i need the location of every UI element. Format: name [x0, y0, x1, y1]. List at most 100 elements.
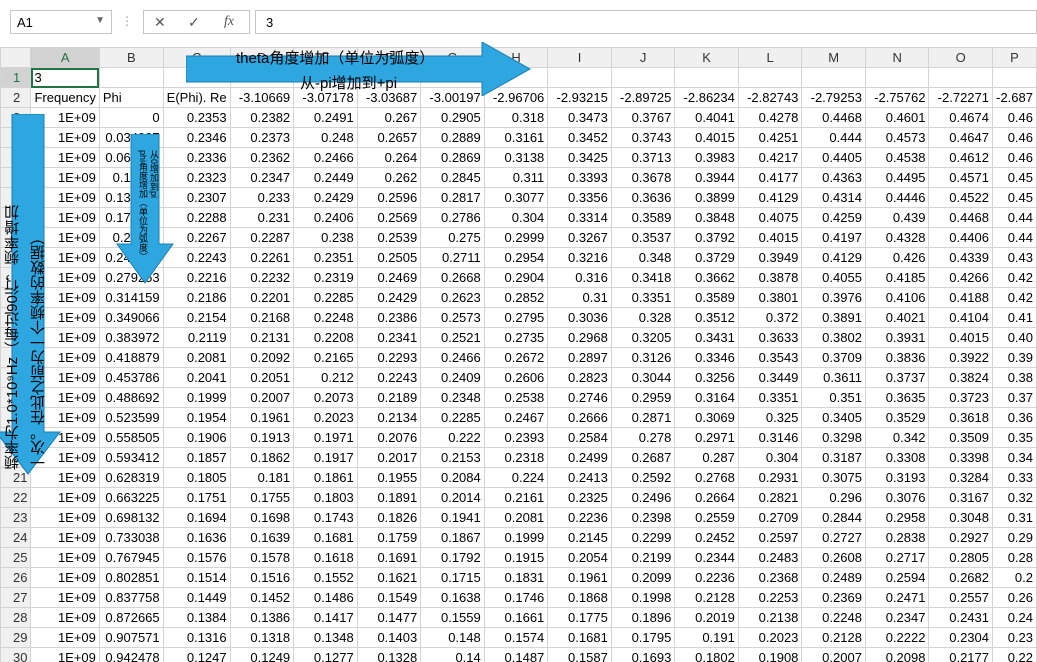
cell-H14[interactable]: 0.2735 [483, 327, 549, 348]
cell-P10[interactable]: 0.43 [992, 247, 1037, 268]
cell-P9[interactable]: 0.44 [992, 227, 1037, 248]
cell-P19[interactable]: 0.35 [992, 427, 1037, 448]
cell-D23[interactable]: 0.1698 [229, 507, 295, 528]
cell-C2[interactable]: E(Phi). Re [162, 87, 231, 108]
cell-M28[interactable]: 0.2248 [801, 607, 866, 628]
cell-H6[interactable]: 0.311 [483, 167, 549, 188]
cell-F20[interactable]: 0.2017 [356, 447, 422, 468]
cell-G29[interactable]: 0.148 [420, 627, 485, 648]
cell-N26[interactable]: 0.2594 [864, 567, 930, 588]
cell-N27[interactable]: 0.2471 [864, 587, 930, 608]
cell-L9[interactable]: 0.4015 [737, 227, 803, 248]
cell-K29[interactable]: 0.191 [674, 627, 739, 648]
cell-F5[interactable]: 0.264 [356, 147, 422, 168]
cell-A23[interactable]: 1E+09 [30, 507, 100, 528]
cell-O29[interactable]: 0.2304 [928, 627, 993, 648]
cell-G13[interactable]: 0.2573 [420, 307, 485, 328]
cell-I19[interactable]: 0.2584 [547, 427, 612, 448]
cell-A29[interactable]: 1E+09 [30, 627, 100, 648]
cell-D25[interactable]: 0.1578 [229, 547, 295, 568]
cell-D14[interactable]: 0.2131 [229, 327, 295, 348]
cell-F26[interactable]: 0.1621 [356, 567, 422, 588]
cell-B12[interactable]: 0.314159 [98, 287, 164, 308]
cell-H12[interactable]: 0.2852 [483, 287, 549, 308]
cell-D26[interactable]: 0.1516 [229, 567, 295, 588]
cell-L14[interactable]: 0.3633 [737, 327, 803, 348]
cell-D6[interactable]: 0.2347 [229, 167, 295, 188]
cell-I17[interactable]: 0.2746 [547, 387, 612, 408]
cell-O8[interactable]: 0.4468 [928, 207, 993, 228]
cell-K28[interactable]: 0.2019 [674, 607, 739, 628]
cell-O12[interactable]: 0.4188 [928, 287, 993, 308]
cell-N18[interactable]: 0.3529 [864, 407, 930, 428]
cell-E20[interactable]: 0.1917 [293, 447, 358, 468]
cell-P13[interactable]: 0.41 [992, 307, 1037, 328]
cell-I11[interactable]: 0.316 [547, 267, 612, 288]
cell-L1[interactable] [737, 67, 803, 88]
cell-J18[interactable]: 0.2871 [610, 407, 676, 428]
cell-B8[interactable]: 0.174533 [98, 207, 164, 228]
cell-L24[interactable]: 0.2597 [737, 527, 803, 548]
cell-B3[interactable]: 0 [98, 107, 164, 128]
cell-K22[interactable]: 0.2664 [674, 487, 739, 508]
cell-O14[interactable]: 0.4015 [928, 327, 993, 348]
cell-M12[interactable]: 0.3976 [801, 287, 866, 308]
cell-F30[interactable]: 0.1328 [356, 647, 422, 662]
cell-H26[interactable]: 0.1831 [483, 567, 549, 588]
cell-B29[interactable]: 0.907571 [98, 627, 164, 648]
cell-E29[interactable]: 0.1348 [293, 627, 358, 648]
cell-F24[interactable]: 0.1759 [356, 527, 422, 548]
cell-K16[interactable]: 0.3256 [674, 367, 739, 388]
cell-K5[interactable]: 0.3983 [674, 147, 739, 168]
cell-F11[interactable]: 0.2469 [356, 267, 422, 288]
cell-G21[interactable]: 0.2084 [420, 467, 485, 488]
cell-O11[interactable]: 0.4266 [928, 267, 993, 288]
cell-I15[interactable]: 0.2897 [547, 347, 612, 368]
cell-P21[interactable]: 0.33 [992, 467, 1037, 488]
column-header[interactable]: C [162, 47, 231, 68]
cell-I20[interactable]: 0.2499 [547, 447, 612, 468]
row-header[interactable]: 22 [0, 487, 32, 508]
cell-M19[interactable]: 0.3298 [801, 427, 866, 448]
cell-O17[interactable]: 0.3723 [928, 387, 993, 408]
cell-B14[interactable]: 0.383972 [98, 327, 164, 348]
column-header[interactable]: K [674, 47, 739, 68]
cell-M14[interactable]: 0.3802 [801, 327, 866, 348]
cell-C8[interactable]: 0.2288 [162, 207, 231, 228]
cell-K9[interactable]: 0.3792 [674, 227, 739, 248]
cell-G25[interactable]: 0.1792 [420, 547, 485, 568]
cell-D8[interactable]: 0.231 [229, 207, 295, 228]
cell-D1[interactable] [229, 67, 295, 88]
cell-B23[interactable]: 0.698132 [98, 507, 164, 528]
cell-C30[interactable]: 0.1247 [162, 647, 231, 662]
cell-P2[interactable]: -2.687 [992, 87, 1037, 108]
cell-G23[interactable]: 0.1941 [420, 507, 485, 528]
cell-B16[interactable]: 0.453786 [98, 367, 164, 388]
cell-I14[interactable]: 0.2968 [547, 327, 612, 348]
cell-B20[interactable]: 0.593412 [98, 447, 164, 468]
cell-L7[interactable]: 0.4129 [737, 187, 803, 208]
cell-D12[interactable]: 0.2201 [229, 287, 295, 308]
cell-N8[interactable]: 0.439 [864, 207, 930, 228]
cell-C11[interactable]: 0.2216 [162, 267, 231, 288]
cell-P11[interactable]: 0.42 [992, 267, 1037, 288]
cell-J24[interactable]: 0.2299 [610, 527, 676, 548]
cell-P16[interactable]: 0.38 [992, 367, 1037, 388]
cell-D24[interactable]: 0.1639 [229, 527, 295, 548]
cell-K6[interactable]: 0.3944 [674, 167, 739, 188]
cell-K26[interactable]: 0.2236 [674, 567, 739, 588]
cell-J8[interactable]: 0.3589 [610, 207, 676, 228]
cell-H17[interactable]: 0.2538 [483, 387, 549, 408]
cell-L2[interactable]: -2.82743 [737, 87, 803, 108]
cell-P18[interactable]: 0.36 [992, 407, 1037, 428]
cell-G4[interactable]: 0.2889 [420, 127, 485, 148]
cell-L28[interactable]: 0.2138 [737, 607, 803, 628]
cell-K11[interactable]: 0.3662 [674, 267, 739, 288]
cell-K27[interactable]: 0.2128 [674, 587, 739, 608]
cell-C16[interactable]: 0.2041 [162, 367, 231, 388]
cell-O5[interactable]: 0.4612 [928, 147, 993, 168]
cell-A2[interactable]: Frequency [30, 87, 100, 108]
cell-P5[interactable]: 0.46 [992, 147, 1037, 168]
cell-K2[interactable]: -2.86234 [674, 87, 739, 108]
cell-M11[interactable]: 0.4055 [801, 267, 866, 288]
